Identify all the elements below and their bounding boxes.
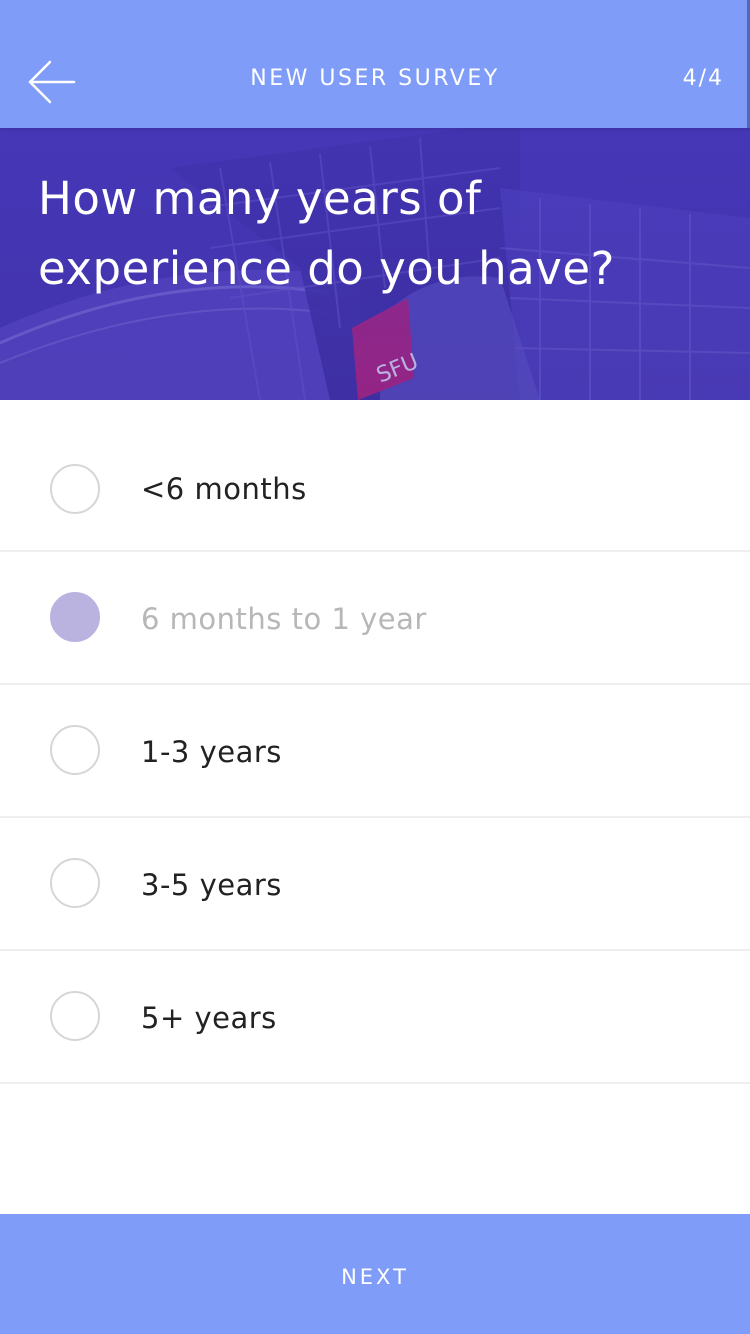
page-title: NEW USER SURVEY	[250, 66, 500, 91]
radio-button[interactable]	[50, 464, 100, 514]
survey-screen: NEW USER SURVEY 4/4 How many years of ex…	[0, 0, 750, 1334]
option-label: 3-5 years	[141, 868, 282, 902]
radio-button[interactable]	[50, 991, 100, 1041]
step-counter: 4/4	[682, 66, 724, 91]
option-label: <6 months	[141, 472, 307, 506]
radio-button[interactable]	[50, 725, 100, 775]
header-bar: NEW USER SURVEY 4/4	[0, 0, 750, 128]
radio-button-selected[interactable]	[50, 592, 100, 642]
option-label: 5+ years	[141, 1001, 277, 1035]
answer-options: <6 months 6 months to 1 year 1-3 years 3…	[0, 400, 750, 1084]
option-label: 1-3 years	[141, 735, 282, 769]
radio-button[interactable]	[50, 858, 100, 908]
question-text: How many years of experience do you have…	[38, 172, 615, 295]
option-label: 6 months to 1 year	[141, 602, 427, 636]
option-5-plus-years[interactable]: 5+ years	[0, 951, 750, 1084]
option-6-months-to-1-year[interactable]: 6 months to 1 year	[0, 552, 750, 685]
option-3-5-years[interactable]: 3-5 years	[0, 818, 750, 951]
question-hero: SFU How many years of experience do you …	[0, 128, 750, 400]
next-button[interactable]: NEXT	[0, 1214, 750, 1334]
option-less-than-6-months[interactable]: <6 months	[0, 400, 750, 552]
option-1-3-years[interactable]: 1-3 years	[0, 685, 750, 818]
